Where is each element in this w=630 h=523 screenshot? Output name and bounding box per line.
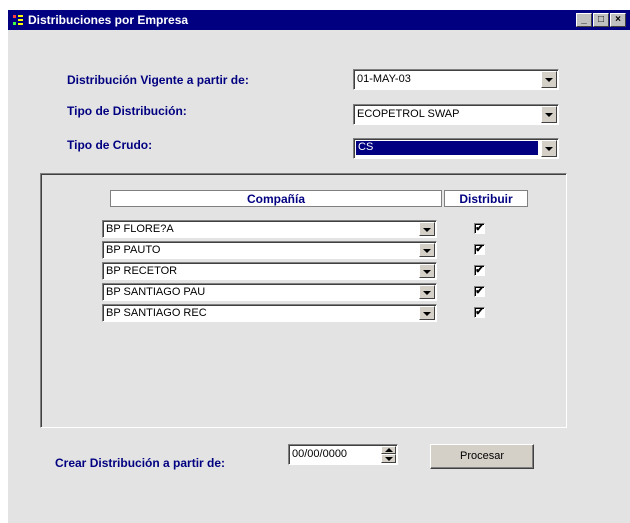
chevron-down-icon xyxy=(545,147,553,151)
crear-distribucion-label: Crear Distribución a partir de: xyxy=(55,456,226,470)
spin-down-button[interactable] xyxy=(381,454,396,463)
distribucion-vigente-value: 01-MAY-03 xyxy=(357,73,411,85)
spin-up-button[interactable] xyxy=(381,446,396,454)
compania-select[interactable]: BP PAUTO xyxy=(102,241,437,259)
chevron-down-icon xyxy=(423,249,431,253)
compania-value: BP RECETOR xyxy=(106,265,178,277)
chevron-down-icon xyxy=(545,113,553,117)
compania-dropdown-button[interactable] xyxy=(419,222,435,236)
check-icon: ✔ xyxy=(475,307,484,318)
distribuir-checkbox[interactable]: ✔ xyxy=(474,244,485,255)
window-title: Distribuciones por Empresa xyxy=(28,13,189,27)
close-button[interactable]: × xyxy=(610,13,626,27)
compania-select[interactable]: BP SANTIAGO PAU xyxy=(102,283,437,301)
column-header-compania: Compañía xyxy=(110,190,442,207)
chevron-down-icon xyxy=(423,312,431,316)
column-header-distribuir: Distribuir xyxy=(444,190,528,207)
tipo-distribucion-label: Tipo de Distribución: xyxy=(67,104,187,118)
title-bar[interactable]: Distribuciones por Empresa _ □ × xyxy=(8,10,630,30)
chevron-up-icon xyxy=(385,448,393,452)
tipo-distribucion-dropdown-button[interactable] xyxy=(541,106,557,123)
compania-value: BP SANTIAGO REC xyxy=(106,307,207,319)
chevron-down-icon xyxy=(423,228,431,232)
distribuir-checkbox[interactable]: ✔ xyxy=(474,265,485,276)
procesar-button[interactable]: Procesar xyxy=(430,444,534,469)
crear-distribucion-date-value: 00/00/0000 xyxy=(292,448,348,460)
distribucion-dropdown-button[interactable] xyxy=(541,71,557,88)
check-icon: ✔ xyxy=(475,265,484,276)
minimize-icon: _ xyxy=(581,14,587,25)
maximize-button[interactable]: □ xyxy=(593,13,609,27)
chevron-down-icon xyxy=(423,291,431,295)
check-icon: ✔ xyxy=(475,223,484,234)
compania-dropdown-button[interactable] xyxy=(419,243,435,257)
check-icon: ✔ xyxy=(475,286,484,297)
check-icon: ✔ xyxy=(475,244,484,255)
distribucion-vigente-label: Distribución Vigente a partir de: xyxy=(67,73,249,87)
tipo-crudo-label: Tipo de Crudo: xyxy=(67,138,153,152)
compania-select[interactable]: BP SANTIAGO REC xyxy=(102,304,437,322)
compania-dropdown-button[interactable] xyxy=(419,264,435,278)
maximize-icon: □ xyxy=(597,14,605,25)
distribucion-vigente-select[interactable]: 01-MAY-03 xyxy=(353,69,559,90)
compania-dropdown-button[interactable] xyxy=(419,285,435,299)
tipo-crudo-select[interactable]: CS xyxy=(353,138,559,159)
distribuir-checkbox[interactable]: ✔ xyxy=(474,223,485,234)
chevron-down-icon xyxy=(423,270,431,274)
compania-value: BP SANTIAGO PAU xyxy=(106,286,206,298)
chevron-down-icon xyxy=(545,78,553,82)
compania-value: BP FLORE?A xyxy=(106,223,174,235)
crear-distribucion-date-input[interactable]: 00/00/0000 xyxy=(288,444,398,465)
distribuir-checkbox[interactable]: ✔ xyxy=(474,286,485,297)
minimize-button[interactable]: _ xyxy=(576,13,592,27)
tipo-crudo-value: CS xyxy=(356,141,538,155)
tipo-distribucion-select[interactable]: ECOPETROL SWAP xyxy=(353,104,559,125)
compania-select[interactable]: BP FLORE?A xyxy=(102,220,437,238)
chevron-down-icon xyxy=(385,457,393,461)
app-icon xyxy=(13,15,23,25)
compania-value: BP PAUTO xyxy=(106,244,161,256)
compania-select[interactable]: BP RECETOR xyxy=(102,262,437,280)
tipo-crudo-dropdown-button[interactable] xyxy=(541,140,557,157)
compania-dropdown-button[interactable] xyxy=(419,306,435,320)
distribuir-checkbox[interactable]: ✔ xyxy=(474,307,485,318)
date-spinner[interactable] xyxy=(381,446,396,463)
tipo-distribucion-value: ECOPETROL SWAP xyxy=(357,108,460,120)
close-icon: × xyxy=(615,14,621,25)
